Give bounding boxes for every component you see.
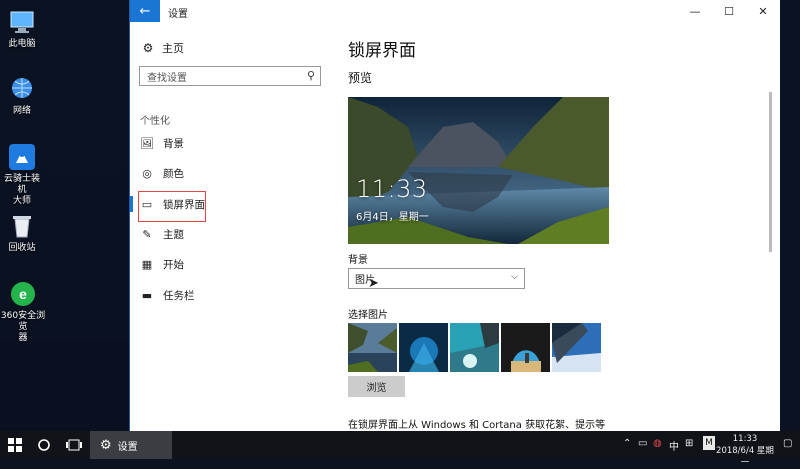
thumbnail-4[interactable] bbox=[501, 323, 550, 372]
search-icon: ⚲ bbox=[306, 69, 315, 82]
nav-home[interactable]: ⚙ 主页 bbox=[140, 40, 184, 56]
back-arrow-icon: ← bbox=[139, 3, 151, 19]
section-label: 个性化 bbox=[140, 116, 170, 127]
preview-time: 11:33 bbox=[356, 175, 428, 203]
keyboard-tray-icon[interactable]: ⊞ bbox=[685, 438, 693, 449]
gear-icon: ⚙ bbox=[142, 41, 154, 55]
preview-date: 6月4日，星期一 bbox=[356, 212, 429, 223]
palette-icon: ◎ bbox=[142, 166, 152, 180]
mouse-cursor-icon: ➤ bbox=[368, 276, 379, 291]
cortana-button[interactable] bbox=[30, 431, 58, 459]
minimize-button[interactable]: — bbox=[678, 0, 712, 22]
picture-thumbnails bbox=[348, 323, 601, 372]
highlight-box bbox=[138, 191, 206, 222]
thumbnail-2[interactable] bbox=[399, 323, 448, 372]
input-method-indicator[interactable]: 中 bbox=[669, 438, 679, 453]
recycle-bin-icon bbox=[13, 216, 31, 238]
thumbnail-5[interactable] bbox=[552, 323, 601, 372]
nav-item-taskbar[interactable]: ▬ 任务栏 bbox=[130, 283, 335, 307]
settings-nav: ⚙ 主页 查找设置 ⚲ 个性化 🖼 背景 ◎ 颜色 ▭ 锁屏界面 ✎ 主题 ▦ … bbox=[130, 22, 335, 431]
selection-indicator bbox=[130, 196, 133, 212]
desktop: 此电脑 网络 云骑士装机 大师 回收站 e 360安全浏览 器 bbox=[0, 0, 130, 431]
title-bar: ← 设置 — ☐ ✕ bbox=[130, 0, 780, 22]
desktop-icon-recycle-bin[interactable]: 回收站 bbox=[0, 212, 44, 254]
nav-item-background[interactable]: 🖼 背景 bbox=[130, 131, 335, 155]
desktop-icon-network[interactable]: 网络 bbox=[0, 75, 44, 117]
gear-icon: ⚙ bbox=[100, 437, 112, 453]
maximize-button[interactable]: ☐ bbox=[712, 0, 746, 22]
cortana-icon bbox=[38, 439, 50, 451]
security-tray-icon[interactable]: ◍ bbox=[653, 438, 662, 449]
main-content: 锁屏界面 预览 11:33 6月4日，星期一 背景 图片 ⌵ ➤ 选择图片 浏览… bbox=[335, 22, 775, 431]
settings-window: ← 设置 — ☐ ✕ ⚙ 主页 查找设置 ⚲ 个性化 🖼 背景 ◎ 颜色 ▭ 锁… bbox=[130, 0, 780, 431]
browse-button[interactable]: 浏览 bbox=[348, 376, 405, 397]
search-input[interactable]: 查找设置 ⚲ bbox=[139, 66, 321, 86]
nav-item-colors[interactable]: ◎ 颜色 bbox=[130, 161, 335, 185]
picture-icon: 🖼 bbox=[140, 136, 154, 150]
back-button[interactable]: ← bbox=[130, 0, 160, 22]
nav-item-start[interactable]: ▦ 开始 bbox=[130, 252, 335, 276]
lock-screen-preview: 11:33 6月4日，星期一 bbox=[348, 97, 609, 244]
browser-360-icon: e bbox=[11, 282, 35, 306]
nav-item-themes[interactable]: ✎ 主题 bbox=[130, 222, 335, 246]
theme-icon: ✎ bbox=[142, 227, 152, 241]
taskbar: ⚙ 设置 ⌃ ▭ ◍ 中 ⊞ M 11:33 2018/6/4 星期一 ▢ bbox=[0, 431, 800, 468]
network-icon bbox=[12, 78, 32, 98]
background-label: 背景 bbox=[348, 255, 368, 266]
svg-text:e: e bbox=[19, 286, 27, 302]
thumbnail-3[interactable] bbox=[450, 323, 499, 372]
windows-logo-icon bbox=[8, 438, 22, 452]
tray-chevron-up-icon[interactable]: ⌃ bbox=[623, 438, 631, 449]
action-center-icon[interactable]: ▢ bbox=[783, 438, 792, 449]
page-title: 锁屏界面 bbox=[348, 41, 416, 61]
scrollbar[interactable] bbox=[769, 92, 772, 252]
tips-description: 在锁屏界面上从 Windows 和 Cortana 获取花絮、提示等 bbox=[348, 420, 606, 431]
desktop-icon-360-browser[interactable]: e 360安全浏览 器 bbox=[0, 280, 46, 344]
taskbar-icon: ▬ bbox=[141, 288, 153, 302]
desktop-icon-yunqishi[interactable]: 云骑士装机 大师 bbox=[0, 143, 44, 207]
chevron-down-icon: ⌵ bbox=[511, 272, 518, 282]
computer-icon bbox=[10, 11, 34, 33]
network-tray-icon[interactable]: ▭ bbox=[638, 438, 647, 449]
window-title: 设置 bbox=[168, 9, 188, 20]
preview-heading: 预览 bbox=[348, 71, 373, 85]
task-view-icon bbox=[66, 439, 82, 451]
close-button[interactable]: ✕ bbox=[746, 0, 780, 22]
taskbar-clock[interactable]: 11:33 2018/6/4 星期一 bbox=[712, 433, 778, 469]
choose-picture-label: 选择图片 bbox=[348, 310, 388, 321]
desktop-edge bbox=[780, 0, 800, 431]
desktop-icon-this-pc[interactable]: 此电脑 bbox=[0, 8, 44, 50]
knight-app-icon bbox=[9, 144, 35, 170]
start-button[interactable] bbox=[0, 431, 30, 459]
taskbar-app-settings[interactable]: ⚙ 设置 bbox=[90, 431, 172, 459]
thumbnail-1[interactable] bbox=[348, 323, 397, 372]
task-view-button[interactable] bbox=[60, 431, 88, 459]
start-icon: ▦ bbox=[141, 257, 153, 271]
